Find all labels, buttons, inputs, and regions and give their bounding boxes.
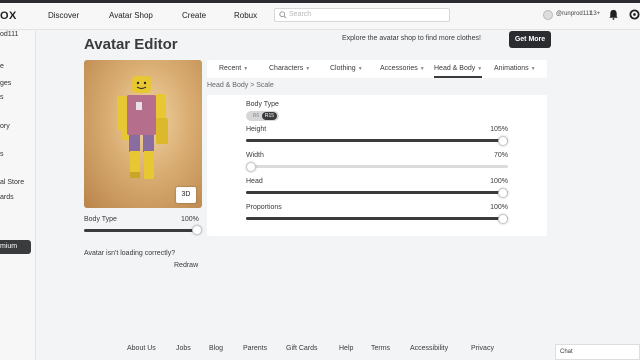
chevron-down-icon: ▼ <box>419 66 425 72</box>
tab-characters[interactable]: Characters ▼ <box>269 60 310 78</box>
body-type-value: 100% <box>181 216 199 223</box>
sidebar-item-official-store[interactable]: al Store <box>0 179 24 186</box>
nav-robux[interactable]: Robux <box>234 11 257 20</box>
promo-text: Explore the avatar shop to find more clo… <box>342 35 481 42</box>
proportions-slider-thumb[interactable] <box>498 214 508 224</box>
chevron-down-icon: ▼ <box>477 66 483 72</box>
tab-label: Animations <box>494 65 529 72</box>
chevron-down-icon: ▼ <box>305 66 311 72</box>
toggle-3d-button[interactable]: 3D <box>176 187 196 203</box>
width-label: Width <box>246 152 264 159</box>
footer-parents[interactable]: Parents <box>243 345 267 352</box>
sidebar-item-groups[interactable]: s <box>0 151 4 158</box>
footer-blog[interactable]: Blog <box>209 345 223 352</box>
footer-help[interactable]: Help <box>339 345 353 352</box>
proportions-slider-track[interactable] <box>246 217 508 220</box>
footer-privacy[interactable]: Privacy <box>471 345 494 352</box>
head-slider-track[interactable] <box>246 191 508 194</box>
height-slider-fill <box>246 139 508 142</box>
sidebar-username[interactable]: od111 <box>0 31 18 38</box>
sidebar-item-inventory[interactable]: ory <box>0 123 10 130</box>
head-slider-thumb[interactable] <box>498 188 508 198</box>
avatar-preview[interactable] <box>84 60 202 208</box>
left-sidebar: od111 e ges s ory s al Store ards mium <box>0 31 36 360</box>
toggle-option-r6[interactable]: R6 <box>249 111 263 121</box>
chat-label: Chat <box>560 349 573 355</box>
tab-clothing[interactable]: Clothing ▼ <box>330 60 363 78</box>
username-label[interactable]: @runprod111 <box>556 11 592 17</box>
footer-accessibility[interactable]: Accessibility <box>410 345 448 352</box>
chevron-down-icon: ▼ <box>243 66 249 72</box>
head-value: 100% <box>490 178 508 185</box>
tab-animations[interactable]: Animations ▼ <box>494 60 536 78</box>
get-more-button[interactable]: Get More <box>509 31 551 48</box>
top-stripe <box>0 0 640 3</box>
roblox-logo[interactable]: OX <box>0 10 17 22</box>
chat-bar[interactable]: Chat <box>555 344 640 360</box>
sidebar-item-home[interactable]: e <box>0 63 4 70</box>
search-input[interactable]: Search <box>274 8 450 22</box>
search-placeholder: Search <box>289 11 312 18</box>
nav-avatar-shop[interactable]: Avatar Shop <box>109 11 153 20</box>
body-type-slider-thumb[interactable] <box>192 225 202 235</box>
head-label: Head <box>246 178 263 185</box>
tab-label: Clothing <box>330 65 356 72</box>
tab-label: Characters <box>269 65 304 72</box>
age-badge: 13+ <box>590 11 601 17</box>
chevron-down-icon: ▼ <box>357 66 363 72</box>
body-type-toggle[interactable]: R6 R15 <box>246 111 279 121</box>
settings-gear-icon[interactable] <box>629 9 640 20</box>
redraw-link[interactable]: Redraw <box>174 262 198 269</box>
breadcrumb[interactable]: Head & Body > Scale <box>207 82 274 89</box>
search-icon <box>279 11 287 19</box>
height-slider-thumb[interactable] <box>498 136 508 146</box>
height-slider-track[interactable] <box>246 139 508 142</box>
sidebar-item-gift-cards[interactable]: ards <box>0 194 14 201</box>
width-slider-thumb[interactable] <box>246 162 256 172</box>
proportions-slider-fill <box>246 217 508 220</box>
width-slider-track[interactable] <box>246 165 508 168</box>
top-navbar: OX Discover Avatar Shop Create Robux Sea… <box>0 0 640 30</box>
footer-about-us[interactable]: About Us <box>127 345 156 352</box>
head-slider-fill <box>246 191 508 194</box>
category-tabs: Recent ▼ Characters ▼ Clothing ▼ Accessorie… <box>207 60 547 78</box>
width-value: 70% <box>493 152 508 159</box>
body-type-label: Body Type <box>84 216 117 223</box>
tab-recent[interactable]: Recent ▼ <box>219 60 248 78</box>
loading-help-text: Avatar isn't loading correctly? <box>84 250 176 257</box>
footer-terms[interactable]: Terms <box>371 345 390 352</box>
height-label: Height <box>246 126 267 133</box>
page-title: Avatar Editor <box>84 36 178 53</box>
tab-label: Accessories <box>380 65 418 72</box>
tab-label: Head & Body <box>434 65 476 72</box>
proportions-value: 100% <box>490 204 508 211</box>
scale-body-type-label: Body Type <box>246 101 279 108</box>
notifications-icon[interactable] <box>608 9 619 20</box>
proportions-label: Proportions <box>246 204 282 211</box>
user-avatar-icon[interactable] <box>543 10 553 20</box>
sidebar-item-messages[interactable]: ges <box>0 80 11 87</box>
nav-discover[interactable]: Discover <box>48 11 79 20</box>
toggle-option-r15[interactable]: R15 <box>262 112 277 120</box>
tab-label: Recent <box>219 65 242 72</box>
tab-accessories[interactable]: Accessories ▼ <box>380 60 425 78</box>
height-value: 105% <box>490 126 508 133</box>
sidebar-premium-button[interactable]: mium <box>0 240 31 254</box>
chevron-down-icon: ▼ <box>530 66 536 72</box>
avatar-figure <box>117 76 168 179</box>
body-type-slider-track[interactable] <box>84 229 198 232</box>
footer-gift-cards[interactable]: Gift Cards <box>286 345 318 352</box>
nav-create[interactable]: Create <box>182 11 206 20</box>
sidebar-item-friends[interactable]: s <box>0 94 4 101</box>
tab-head-and-body[interactable]: Head & Body ▼ <box>434 60 483 78</box>
footer-jobs[interactable]: Jobs <box>176 345 191 352</box>
